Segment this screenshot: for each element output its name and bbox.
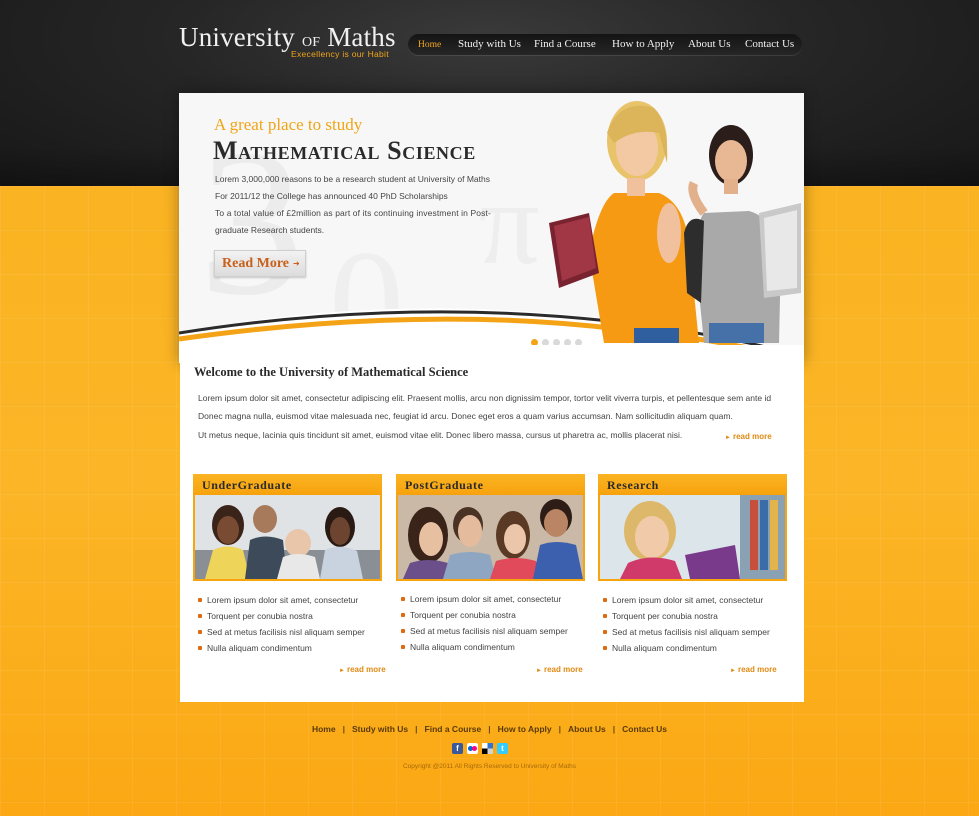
main-content: Welcome to the University of Mathematica… [180,345,804,702]
footer-link-find-a-course[interactable]: Find a Course [425,724,482,734]
card-title: PostGraduate [405,478,484,492]
welcome-read-more-link[interactable]: ► read more [725,432,772,441]
arrow-right-icon: ► [536,668,542,674]
hero-text-line-1: Lorem 3,000,000 reasons to be a research… [215,174,490,184]
read-more-button[interactable]: Read More ➜ [214,250,306,277]
welcome-text-line-1: Lorem ipsum dolor sit amet, consectetur … [198,393,772,403]
read-more-text: read more [346,665,386,674]
list-item: Lorem ipsum dolor sit amet, consectetur [401,591,568,607]
footer-separator: | [342,724,345,734]
read-more-text: read more [543,665,583,674]
footer-link-contact-us[interactable]: Contact Us [622,724,667,734]
nav-how-to-apply[interactable]: How to Apply [612,38,674,50]
logo-word-maths: Maths [327,22,396,52]
footer-separator: | [415,724,418,734]
card-research: Research Lorem ipsum dolor sit amet, con… [598,474,787,674]
read-more-text: read more [737,665,777,674]
hero-title: Mathematical Science [213,136,476,165]
logo-word-university: University [179,22,295,52]
footer-separator: | [558,724,561,734]
footer-link-how-to-apply[interactable]: How to Apply [498,724,552,734]
card-header[interactable]: UnderGraduate [193,474,382,495]
footer-link-home[interactable]: Home [312,724,336,734]
arrow-right-icon: ► [725,435,731,441]
arrow-right-icon: ➜ [293,259,300,268]
list-item: Torquent per conubia nostra [603,608,770,624]
card-bullet-list: Lorem ipsum dolor sit amet, consectetur … [198,592,365,656]
list-item: Nulla aliquam condimentum [198,640,365,656]
nav-study-with-us[interactable]: Study with Us [458,38,521,50]
undergraduate-photo [193,495,382,581]
hero-text-line-2: For 2011/12 the College has announced 40… [215,191,448,201]
list-item: Sed at metus facilisis nisl aliquam semp… [401,623,568,639]
card-header[interactable]: Research [598,474,787,495]
hero-text-line-3: To a total value of £2million as part of… [215,208,491,218]
list-item: Sed at metus facilisis nisl aliquam semp… [198,624,365,640]
card-title: Research [607,478,659,492]
footer-nav: Home | Study with Us | Find a Course | How to … [0,724,979,734]
footer-separator: | [488,724,491,734]
read-more-label: Read More [222,256,289,271]
twitter-icon[interactable]: t [497,743,508,754]
footer-separator: | [612,724,616,734]
card-read-more-link[interactable]: ► read more [339,665,386,674]
hero-subtitle: A great place to study [214,115,363,134]
card-bullet-list: Lorem ipsum dolor sit amet, consectetur … [401,591,568,655]
card-header[interactable]: PostGraduate [396,474,585,495]
copyright-text: Copyright @2011 All Rights Reserved to U… [402,763,577,770]
card-read-more-link[interactable]: ► read more [536,665,583,674]
hero-students-photo [549,101,801,343]
research-photo [598,495,787,581]
hero-banner: 3 0 π A great place to study Mathematica… [179,93,804,363]
nav-find-a-course[interactable]: Find a Course [534,38,596,50]
card-title: UnderGraduate [202,478,292,492]
facebook-icon[interactable]: f [452,743,463,754]
flickr-icon[interactable] [467,743,478,754]
arrow-right-icon: ► [339,668,345,674]
logo-tagline: Execellency is our Habit [291,49,389,59]
footer-link-about-us[interactable]: About Us [568,724,606,734]
nav-home[interactable]: Home [418,40,441,50]
postgraduate-photo [396,495,585,581]
list-item: Torquent per conubia nostra [401,607,568,623]
welcome-text-line-2: Donec magna nulla, euismod vitae malesua… [198,411,733,421]
welcome-text-line-3: Ut metus neque, lacinia quis tincidunt s… [198,430,683,440]
list-item: Nulla aliquam condimentum [401,639,568,655]
arrow-right-icon: ► [730,668,736,674]
nav-contact-us[interactable]: Contact Us [745,38,794,50]
welcome-title: Welcome to the University of Mathematica… [194,365,469,379]
delicious-icon[interactable] [482,743,493,754]
site-logo[interactable]: University of Maths Execellency is our H… [179,22,396,59]
nav-about-us[interactable]: About Us [688,38,730,50]
list-item: Torquent per conubia nostra [198,608,365,624]
social-icons: ft [452,743,512,761]
list-item: Sed at metus facilisis nisl aliquam semp… [603,624,770,640]
card-postgraduate: PostGraduate Lorem ipsum dolor sit amet,… [396,474,585,674]
card-undergraduate: UnderGraduate Lorem ipsum dolor sit amet… [193,474,386,674]
list-item: Nulla aliquam condimentum [603,640,770,656]
footer-link-study-with-us[interactable]: Study with Us [352,724,408,734]
hero-text-line-4: graduate Research students. [215,225,325,235]
read-more-text: read more [732,432,772,441]
list-item: Lorem ipsum dolor sit amet, consectetur [198,592,365,608]
main-nav: Home Study with Us Find a Course How to … [408,34,802,55]
logo-word-of: of [301,29,321,51]
card-bullet-list: Lorem ipsum dolor sit amet, consectetur … [603,592,770,656]
list-item: Lorem ipsum dolor sit amet, consectetur [603,592,770,608]
card-read-more-link[interactable]: ► read more [730,665,777,674]
